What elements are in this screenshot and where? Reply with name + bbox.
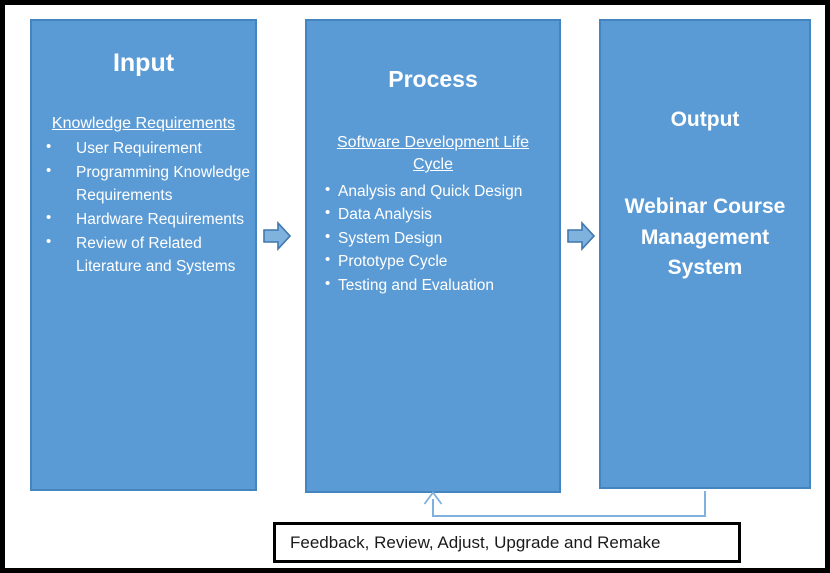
- diagram-canvas: Input Knowledge Requirements User Requir…: [0, 0, 830, 573]
- feedback-caption-box: Feedback, Review, Adjust, Upgrade and Re…: [273, 522, 741, 563]
- process-box: Process Software Development Life Cycle …: [305, 19, 561, 493]
- output-result-text: Webinar Course Management System: [624, 195, 786, 280]
- output-heading: Output: [670, 108, 740, 131]
- feedback-connector-vertical-right: [704, 491, 706, 517]
- list-item: Testing and Evaluation: [325, 273, 559, 298]
- list-item: Programming Knowledge Requirements: [46, 160, 255, 208]
- list-item: User Requirement: [46, 136, 255, 161]
- process-subheading: Software Development Life Cycle: [336, 134, 530, 174]
- arrow-right-icon: [567, 220, 596, 252]
- list-item: Analysis and Quick Design: [325, 179, 559, 204]
- feedback-caption-text: Feedback, Review, Adjust, Upgrade and Re…: [290, 532, 661, 552]
- input-subheading: Knowledge Requirements: [51, 114, 236, 132]
- input-heading: Input: [112, 49, 175, 77]
- list-item: Data Analysis: [325, 202, 559, 227]
- output-box: Output Webinar Course Management System: [599, 19, 811, 489]
- input-item-list: User Requirement Programming Knowledge R…: [32, 136, 255, 279]
- input-box: Input Knowledge Requirements User Requir…: [30, 19, 257, 491]
- arrow-up-icon: [423, 490, 443, 505]
- feedback-connector-horizontal: [432, 515, 706, 517]
- process-heading: Process: [388, 66, 478, 92]
- list-item: Prototype Cycle: [325, 249, 559, 274]
- process-item-list: Analysis and Quick Design Data Analysis …: [307, 179, 559, 298]
- list-item: Hardware Requirements: [46, 207, 255, 232]
- arrow-right-icon: [263, 220, 292, 252]
- list-item: Review of Related Literature and Systems: [46, 231, 255, 279]
- list-item: System Design: [325, 226, 559, 251]
